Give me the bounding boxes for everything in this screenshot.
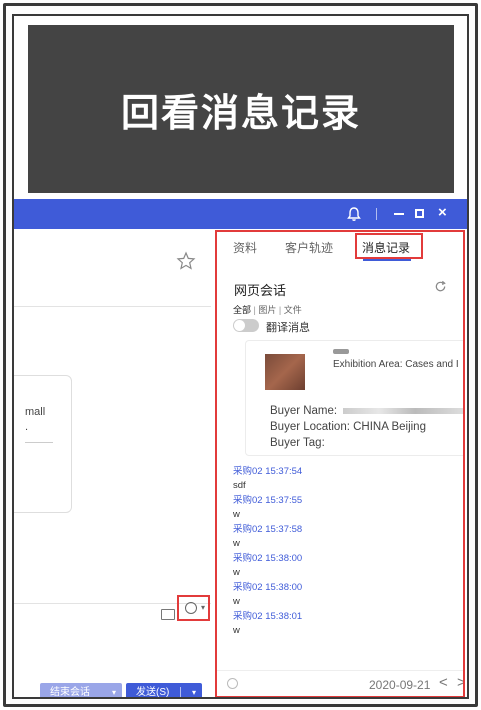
- titlebar-divider: [376, 208, 377, 220]
- chevron-down-icon[interactable]: ▾: [112, 683, 116, 697]
- toggle-knob: [234, 320, 245, 331]
- title-banner: 回看消息记录: [28, 25, 454, 193]
- star-icon[interactable]: [176, 251, 196, 271]
- message-meta: 采购02 15:38:00: [233, 582, 303, 593]
- message-meta: 采购02 15:37:54: [233, 466, 303, 477]
- message-item: 采购02 15:37:54 sdf: [233, 466, 453, 492]
- message-text: w: [233, 567, 240, 578]
- product-card: Exhibition Area: Cases and I Buyer Name:…: [245, 340, 463, 456]
- filter-separator: |: [253, 305, 256, 315]
- app-logo: E: [18, 207, 22, 219]
- buyer-name: Buyer Name:: [270, 405, 463, 417]
- end-chat-button[interactable]: 结束会话 ▾: [40, 683, 122, 698]
- message-meta: 采购02 15:37:58: [233, 524, 303, 535]
- message-meta: 采购02 15:38:01: [233, 611, 303, 622]
- message-meta: 采购02 15:37:55: [233, 495, 303, 506]
- product-title-redacted: [333, 349, 349, 354]
- buyer-location: Buyer Location: CHINA Beijing: [270, 421, 426, 433]
- product-image[interactable]: [265, 354, 305, 390]
- maximize-icon[interactable]: [415, 209, 424, 218]
- banner-title: 回看消息记录: [120, 90, 361, 135]
- message-item: 采购02 15:38:00 w: [233, 553, 453, 579]
- message-item: 采购02 15:38:01 w: [233, 611, 453, 637]
- message-text: w: [233, 538, 240, 549]
- next-day-button[interactable]: >: [457, 674, 463, 691]
- chat-pane: mall . ▾ 结束会话 ▾ 发送(S) ▾: [14, 229, 211, 698]
- history-date[interactable]: 2020-09-21: [369, 678, 430, 692]
- message-filters: 全部 | 图片 | 文件: [233, 303, 302, 316]
- refresh-icon[interactable]: [434, 280, 447, 293]
- end-chat-label: 结束会话: [50, 687, 90, 698]
- filter-files[interactable]: 文件: [284, 305, 302, 315]
- filter-images[interactable]: 图片: [258, 305, 276, 315]
- card-text: mall: [25, 406, 46, 418]
- screenshot-frame: 回看消息记录 E × mall .: [12, 14, 469, 699]
- history-footer: 2020-09-21 < >: [217, 670, 463, 696]
- product-description: Exhibition Area: Cases and I: [333, 359, 459, 370]
- send-label: 发送(S): [136, 687, 170, 698]
- close-icon[interactable]: ×: [438, 205, 447, 221]
- card-text-2: .: [25, 421, 29, 433]
- tab-customer-track[interactable]: 客户轨迹: [285, 239, 333, 256]
- message-item: 采购02 15:38:00 w: [233, 582, 453, 608]
- tab-profile[interactable]: 资料: [233, 239, 257, 256]
- section-title: 网页会话: [234, 283, 287, 298]
- minimize-icon[interactable]: [394, 213, 404, 215]
- translate-toggle[interactable]: [233, 319, 259, 332]
- chevron-down-icon[interactable]: ▾: [192, 683, 196, 697]
- send-divider: [180, 687, 181, 697]
- buyer-name-redacted: [343, 407, 463, 414]
- filter-separator: |: [278, 305, 282, 315]
- message-card: mall .: [14, 375, 72, 513]
- card-divider: [25, 442, 53, 443]
- panel-tabs: 资料 客户轨迹 消息记录: [217, 232, 463, 262]
- message-text: w: [233, 509, 240, 520]
- message-text: w: [233, 596, 240, 607]
- message-item: 采购02 15:37:58 w: [233, 524, 453, 550]
- clock-icon: [185, 602, 197, 614]
- message-text: sdf: [233, 480, 246, 491]
- side-panel: 资料 客户轨迹 消息记录 网页会话 全部 | 图片 | 文件 翻译消息 Exhi…: [215, 230, 465, 697]
- message-item: 采购02 15:37:55 w: [233, 495, 453, 521]
- chat-header: [14, 229, 211, 307]
- translate-label: 翻译消息: [266, 322, 310, 334]
- bell-icon[interactable]: [346, 206, 362, 222]
- message-list: 采购02 15:37:54 sdf 采购02 15:37:55 w 采购02 1…: [233, 466, 453, 640]
- message-meta: 采购02 15:38:00: [233, 553, 303, 564]
- app-window: E × mall .: [14, 199, 467, 698]
- send-button[interactable]: 发送(S) ▾: [126, 683, 202, 698]
- search-icon[interactable]: [227, 678, 238, 689]
- filter-all[interactable]: 全部: [233, 305, 251, 315]
- screenshot-icon[interactable]: [161, 609, 175, 620]
- history-button[interactable]: ▾: [177, 595, 210, 621]
- active-tab-underline: [363, 259, 411, 261]
- title-bar: E ×: [14, 199, 467, 229]
- message-text: w: [233, 625, 240, 636]
- previous-day-button[interactable]: <: [439, 674, 448, 691]
- active-tab-highlight: [355, 233, 423, 259]
- buyer-name-label: Buyer Name:: [270, 405, 338, 417]
- buyer-tag: Buyer Tag:: [270, 437, 325, 449]
- chevron-down-icon: ▾: [201, 603, 206, 612]
